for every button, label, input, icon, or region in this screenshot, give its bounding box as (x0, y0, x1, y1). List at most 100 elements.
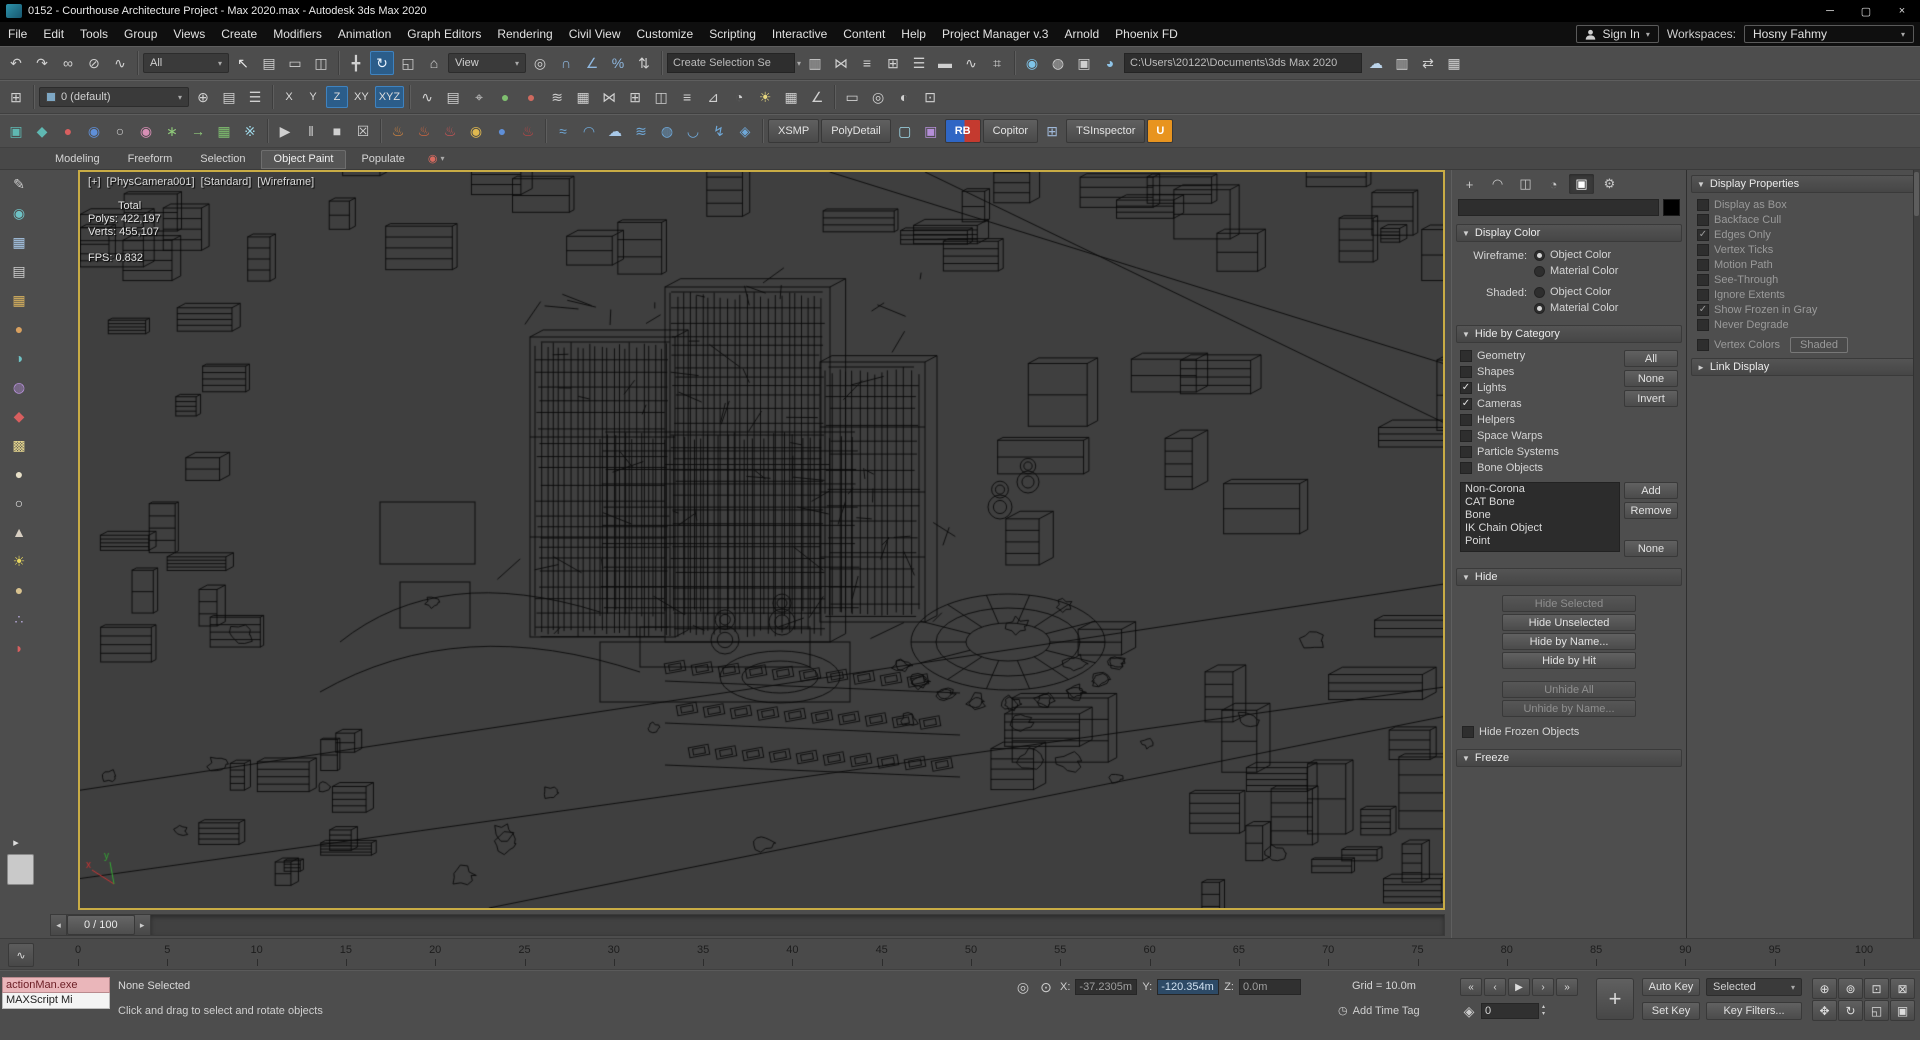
scrollbar-thumb[interactable] (1914, 172, 1919, 216)
modify-tab-icon[interactable]: ◠ (1485, 174, 1510, 194)
create-tab-icon[interactable]: + (1457, 174, 1482, 194)
viewport-layout-tab[interactable] (7, 854, 34, 885)
grid-plugin-icon[interactable]: ⊞ (1040, 119, 1064, 143)
left-toolbar-icon-6[interactable]: ● (7, 317, 31, 341)
rollout-header[interactable]: ▼ Hide (1456, 568, 1682, 586)
next-frame-button[interactable]: › (1532, 978, 1554, 996)
motion-tab-icon[interactable]: ◔ (1541, 174, 1566, 194)
list-item[interactable]: Non-Corona (1461, 483, 1619, 496)
dope-sheet-icon[interactable]: ▤ (441, 85, 465, 109)
unlink-selection-icon[interactable]: ⊘ (82, 51, 106, 75)
menu-views[interactable]: Views (165, 22, 213, 46)
zoom-icon[interactable]: ⊕ (1812, 978, 1837, 999)
wave-arc-icon[interactable]: ◠ (577, 119, 601, 143)
rectangular-selection-region-icon[interactable]: ▭ (283, 51, 307, 75)
select-objects-in-layer-icon[interactable]: ☰ (243, 85, 267, 109)
checkbox-shapes[interactable]: Shapes (1460, 366, 1624, 378)
plugin-burst-icon[interactable]: ※ (238, 119, 262, 143)
listener-script-line[interactable]: MAXScript Mi (2, 993, 110, 1009)
curve-editor-icon[interactable]: ∿ (959, 51, 983, 75)
checkbox-cameras[interactable]: ✓ Cameras (1460, 398, 1624, 410)
viewport-layout-icon[interactable]: ▣ (1890, 1000, 1915, 1021)
left-toolbar-icon-5[interactable]: ▦ (7, 288, 31, 312)
lightning-icon[interactable]: ↯ (707, 119, 731, 143)
checkbox-box[interactable] (1462, 726, 1474, 738)
pause-preview-icon[interactable]: ‖ (299, 119, 323, 143)
spinner-snap-icon[interactable]: ⇅ (632, 51, 656, 75)
time-slider-left-arrow[interactable]: ◂ (51, 915, 67, 935)
button-add[interactable]: Add (1624, 482, 1678, 499)
liquid-icon[interactable]: ● (490, 119, 514, 143)
list-item[interactable]: Point (1461, 535, 1619, 548)
foam-icon[interactable]: ◍ (655, 119, 679, 143)
material-library-icon[interactable]: ▥ (1390, 51, 1414, 75)
snapshot-icon[interactable]: ◫ (649, 85, 673, 109)
viewport-canvas[interactable] (80, 172, 1443, 908)
plugin-arrow-icon[interactable]: → (186, 119, 210, 143)
zoom-region-icon[interactable]: ⊠ (1890, 978, 1915, 999)
panel-scrollbar[interactable] (1913, 170, 1920, 938)
render-production-icon[interactable]: ◕ (1098, 51, 1122, 75)
key-mode-toggle-icon[interactable]: ◈ (1460, 1002, 1478, 1020)
left-toolbar-icon-4[interactable]: ▤ (7, 259, 31, 283)
zoom-extents-icon[interactable]: ⊡ (1864, 978, 1889, 999)
checkbox-box[interactable]: ✓ (1460, 382, 1472, 394)
list-item[interactable]: CAT Bone (1461, 496, 1619, 509)
left-toolbar-icon-9[interactable]: ◆ (7, 404, 31, 428)
schematic-view-icon[interactable]: ⌗ (985, 51, 1009, 75)
set-key-button[interactable]: Set Key (1642, 1002, 1700, 1020)
align-tool-icon[interactable]: ≡ (675, 85, 699, 109)
menu-modifiers[interactable]: Modifiers (265, 22, 330, 46)
menu-animation[interactable]: Animation (330, 22, 399, 46)
timeline-ruler[interactable]: 0 5 10 15 20 25 30 35 40 45 50 55 60 65 70 75 80 85 90 95 10… (75, 939, 1873, 969)
plugin-diamond-icon[interactable]: ◆ (30, 119, 54, 143)
maximize-button[interactable]: ▢ (1848, 0, 1884, 22)
button-invert[interactable]: Invert (1624, 390, 1678, 407)
auto-key-button[interactable]: Auto Key (1642, 978, 1700, 996)
mirror-tool-icon[interactable]: ⋈ (597, 85, 621, 109)
left-toolbar-icon-12[interactable]: ○ (7, 491, 31, 515)
normal-align-icon[interactable]: ⊿ (701, 85, 725, 109)
checkbox-box[interactable] (1460, 414, 1472, 426)
reference-coordinate-dropdown[interactable]: View ▾ (448, 53, 526, 73)
list-item[interactable]: Bone (1461, 509, 1619, 522)
button-hide-by-hit[interactable]: Hide by Hit (1502, 652, 1636, 669)
radio-dot[interactable] (1534, 265, 1545, 277)
zoom-all-icon[interactable]: ⊚ (1838, 978, 1863, 999)
button-remove[interactable]: Remove (1624, 502, 1678, 519)
left-toolbar-icon-16[interactable]: ∴ (7, 607, 31, 631)
tsinspector-button[interactable]: TSInspector (1066, 119, 1146, 143)
mirror-icon[interactable]: ⋈ (829, 51, 853, 75)
sign-in-button[interactable]: Sign In ▾ (1576, 25, 1659, 43)
bind-to-space-warp-icon[interactable]: ∿ (108, 51, 132, 75)
light-icon[interactable]: ☀ (753, 85, 777, 109)
copitor-button[interactable]: Copitor (982, 119, 1039, 143)
z-coordinate-field[interactable] (1238, 979, 1301, 995)
rollout-header[interactable]: ▼ Hide by Category (1456, 325, 1682, 343)
named-selection-set-input[interactable] (667, 53, 795, 73)
current-frame-field[interactable] (1481, 1003, 1539, 1019)
toggle-scene-explorer-icon[interactable]: ⊞ (881, 51, 905, 75)
stop-preview-icon[interactable]: ■ (325, 119, 349, 143)
time-slider-right-arrow[interactable]: ▸ (134, 915, 151, 935)
menu-arnold[interactable]: Arnold (1056, 22, 1107, 46)
button-none[interactable]: None (1624, 540, 1678, 557)
axis-constraint-xy[interactable]: XY (350, 86, 373, 108)
toggle-layer-explorer-icon[interactable]: ☰ (907, 51, 931, 75)
left-toolbar-icon-11[interactable]: ● (7, 462, 31, 486)
ribbon-config-button[interactable]: ◉ ▾ (420, 149, 453, 169)
u-plugin-button[interactable]: U (1147, 119, 1174, 143)
y-coordinate-field[interactable] (1157, 979, 1220, 995)
select-and-rotate-icon[interactable]: ↻ (370, 51, 394, 75)
viewport-tabs-arrow-button[interactable]: ▸ (8, 834, 24, 850)
listener-macro-line[interactable]: actionMan.exe (2, 977, 110, 993)
checkbox-geometry[interactable]: Geometry (1460, 350, 1624, 362)
list-item[interactable]: IK Chain Object (1461, 522, 1619, 535)
rollout-header[interactable]: ▼ Display Properties (1691, 175, 1916, 193)
plugin-leaf-icon[interactable]: ∗ (160, 119, 184, 143)
polydetail-button[interactable]: PolyDetail (821, 119, 891, 143)
ribbon-tab-modeling[interactable]: Modeling (42, 150, 113, 169)
menu-create[interactable]: Create (213, 22, 265, 46)
checkbox-box[interactable] (1460, 350, 1472, 362)
x-coordinate-field[interactable] (1075, 979, 1138, 995)
